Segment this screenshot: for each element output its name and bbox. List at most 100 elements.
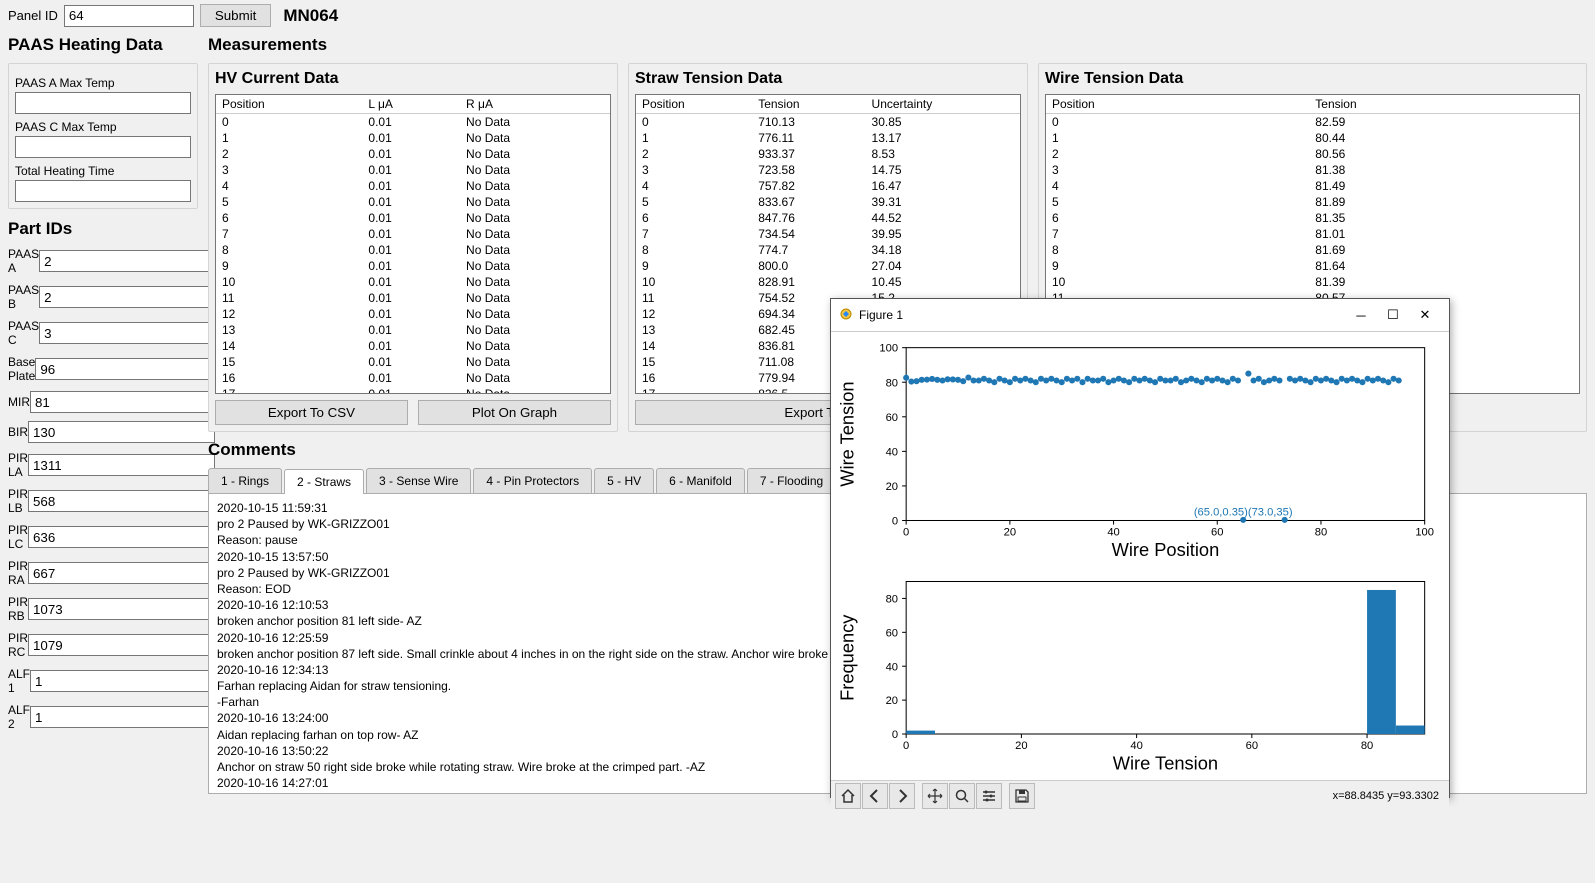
heating-input[interactable] [15,136,191,158]
table-row[interactable]: 10.01No Data [216,130,610,146]
table-row[interactable]: 80.01No Data [216,242,610,258]
svg-text:0: 0 [892,516,898,528]
forward-icon[interactable] [889,783,915,809]
table-row[interactable]: 90.01No Data [216,258,610,274]
comments-tab[interactable]: 2 - Straws [284,469,364,494]
svg-text:20: 20 [1004,527,1016,539]
svg-text:0: 0 [903,527,909,539]
table-row[interactable]: 110.01No Data [216,290,610,306]
part-input[interactable] [28,454,215,476]
table-row[interactable]: 20.01No Data [216,146,610,162]
table-row[interactable]: 9800.027.04 [636,258,1020,274]
table-row[interactable]: 881.69 [1046,242,1579,258]
table-row[interactable]: 130.01No Data [216,322,610,338]
table-row[interactable]: 981.64 [1046,258,1579,274]
comments-tab[interactable]: 7 - Flooding [747,468,836,493]
column-header: Tension [1309,95,1579,114]
maximize-button[interactable]: ☐ [1377,303,1409,327]
part-input[interactable] [28,634,215,656]
table-row[interactable]: 681.35 [1046,210,1579,226]
heating-label: PAAS C Max Temp [15,120,191,134]
configure-icon[interactable] [976,783,1002,809]
part-input[interactable] [28,526,215,548]
table-row[interactable]: 381.38 [1046,162,1579,178]
part-input[interactable] [39,286,226,308]
table-row[interactable]: 581.89 [1046,194,1579,210]
table-row[interactable]: 70.01No Data [216,226,610,242]
svg-text:60: 60 [886,412,898,424]
comments-tab[interactable]: 5 - HV [594,468,654,493]
table-row[interactable]: 0710.1330.85 [636,114,1020,131]
heating-input[interactable] [15,92,191,114]
table-row[interactable]: 8774.734.18 [636,242,1020,258]
part-label: BIR [8,425,28,439]
svg-text:40: 40 [886,446,898,458]
save-icon[interactable] [1009,783,1035,809]
part-ids-panel: PAAS APAAS BPAAS CBase PlateMIRBIRPIR LA… [8,247,198,731]
back-icon[interactable] [862,783,888,809]
heating-label: Total Heating Time [15,164,191,178]
zoom-icon[interactable] [949,783,975,809]
table-row[interactable]: 50.01No Data [216,194,610,210]
part-label: Base Plate [8,355,35,383]
part-input[interactable] [30,670,217,692]
hv-export-button[interactable]: Export To CSV [215,400,408,425]
part-input[interactable] [30,706,217,728]
comments-tab[interactable]: 6 - Manifold [656,468,745,493]
table-row[interactable]: 280.56 [1046,146,1579,162]
table-row[interactable]: 7734.5439.95 [636,226,1020,242]
table-row[interactable]: 5833.6739.31 [636,194,1020,210]
table-row[interactable]: 180.44 [1046,130,1579,146]
part-label: PIR LA [8,451,28,479]
comments-tab[interactable]: 4 - Pin Protectors [473,468,592,493]
figure-window[interactable]: Figure 1 ─ ☐ ✕ 002020404060608080100100(… [830,298,1450,798]
table-row[interactable]: 170.01No Data [216,386,610,394]
hv-plot-button[interactable]: Plot On Graph [418,400,611,425]
table-row[interactable]: 100.01No Data [216,274,610,290]
table-row[interactable]: 160.01No Data [216,370,610,386]
table-row[interactable]: 40.01No Data [216,178,610,194]
table-row[interactable]: 120.01No Data [216,306,610,322]
table-row[interactable]: 481.49 [1046,178,1579,194]
svg-text:80: 80 [886,594,898,606]
hv-current-grid[interactable]: PositionL μAR μA00.01No Data10.01No Data… [215,94,611,394]
part-input[interactable] [28,490,215,512]
comments-tab[interactable]: 1 - Rings [208,468,282,493]
part-input[interactable] [30,391,217,413]
part-input[interactable] [28,562,215,584]
part-input[interactable] [39,250,226,272]
table-row[interactable]: 2933.378.53 [636,146,1020,162]
table-row[interactable]: 3723.5814.75 [636,162,1020,178]
svg-text:100: 100 [879,343,898,355]
part-input[interactable] [28,598,215,620]
minimize-button[interactable]: ─ [1345,303,1377,327]
pan-icon[interactable] [922,783,948,809]
svg-text:0: 0 [903,740,909,752]
table-row[interactable]: 082.59 [1046,114,1579,131]
table-row[interactable]: 30.01No Data [216,162,610,178]
home-icon[interactable] [835,783,861,809]
table-row[interactable]: 4757.8216.47 [636,178,1020,194]
part-input[interactable] [35,358,222,380]
table-row[interactable]: 140.01No Data [216,338,610,354]
table-row[interactable]: 1081.39 [1046,274,1579,290]
submit-button[interactable]: Submit [200,4,271,27]
figure-title: Figure 1 [859,308,1345,322]
close-button[interactable]: ✕ [1409,303,1441,327]
table-row[interactable]: 00.01No Data [216,114,610,131]
svg-text:0: 0 [892,729,898,741]
table-row[interactable]: 1776.1113.17 [636,130,1020,146]
table-row[interactable]: 10828.9110.45 [636,274,1020,290]
table-row[interactable]: 781.01 [1046,226,1579,242]
figure-titlebar[interactable]: Figure 1 ─ ☐ ✕ [831,299,1449,332]
part-input[interactable] [39,322,226,344]
column-header: Position [216,95,362,114]
heating-input[interactable] [15,180,191,202]
table-row[interactable]: 150.01No Data [216,354,610,370]
comments-tab[interactable]: 3 - Sense Wire [366,468,471,493]
panel-id-input[interactable] [64,5,194,27]
part-label: MIR [8,395,30,409]
table-row[interactable]: 60.01No Data [216,210,610,226]
part-input[interactable] [28,421,215,443]
table-row[interactable]: 6847.7644.52 [636,210,1020,226]
